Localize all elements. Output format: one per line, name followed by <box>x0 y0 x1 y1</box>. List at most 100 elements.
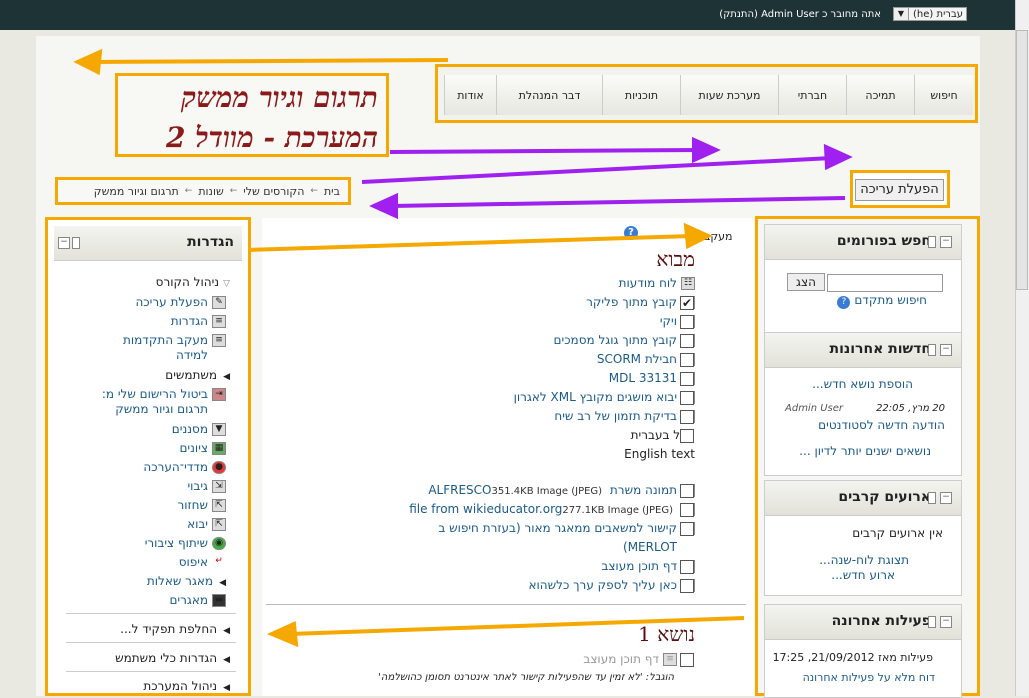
settings-item-users[interactable]: ◀משתמשים <box>165 368 230 382</box>
file-item[interactable]: ▤file from wikieducator.org277.1KB Image… <box>409 502 695 516</box>
activity-item[interactable]: ◌בדיקת תזמון של רב שיח <box>554 409 695 423</box>
import-icon: ⇱ <box>212 518 226 531</box>
settings-item-reset[interactable]: ↵איפוס <box>179 555 226 569</box>
help-icon: ? <box>837 296 851 309</box>
nav-item-about[interactable]: אודות <box>444 75 496 115</box>
settings-item-backup[interactable]: ⇲גיבוי <box>187 479 226 493</box>
dock-icon[interactable] <box>928 492 936 504</box>
settings-item-unenrol[interactable]: ⇥ביטול הרישום שלי מ: <box>102 387 226 401</box>
breadcrumb-my-courses[interactable]: הקורסים שלי <box>243 185 304 198</box>
nav-item-principal[interactable]: דבר המנהלת <box>496 75 602 115</box>
settings-item-grades[interactable]: ▦ציונים <box>179 441 226 455</box>
activity-item[interactable]: ☷לוח מודעות <box>619 276 695 290</box>
completion-checkbox[interactable] <box>680 334 694 348</box>
search-forums-button[interactable]: הצג <box>787 273 825 291</box>
completion-checkbox[interactable] <box>680 484 694 498</box>
upcoming-events-block: ארועים קרבים − אין ארועים קרבים תצוגת לו… <box>764 480 962 596</box>
calendar-link[interactable]: תצוגת לוח-שנה... <box>819 553 909 567</box>
settings-item-edit[interactable]: ✎הפעלת עריכה <box>135 295 226 309</box>
completion-checkbox[interactable] <box>680 522 694 536</box>
search-forums-input[interactable] <box>827 274 943 292</box>
recent-activity-block: פעילות אחרונה − פעילות מאז 21/09/2012, 1… <box>764 604 962 698</box>
settings-block-header: הגדרות − <box>54 226 242 261</box>
breadcrumb-course[interactable]: תרגום וגיור ממשק <box>94 185 179 198</box>
switch-role-node[interactable]: ◀החלפת תפקיד ל... <box>120 622 230 636</box>
full-report-link[interactable]: דוח מלא על פעילות אחרונה <box>803 671 935 684</box>
reset-icon: ↵ <box>212 556 226 569</box>
collapse-icon[interactable]: − <box>940 236 952 248</box>
news-header: חדשות אחרונות − <box>765 333 961 368</box>
turn-editing-on-button[interactable]: הפעלת עריכה <box>855 179 944 201</box>
language-select[interactable]: עברית (he) ▼ <box>893 7 967 21</box>
activity-item[interactable]: ▤קובץ מתוך פליקר <box>586 295 695 309</box>
completion-checkbox[interactable] <box>680 391 694 405</box>
section1-item[interactable]: ≡דף תוכן מעוצב <box>583 652 677 666</box>
restriction-note: הוגבל: 'לא זמין עד שהפעילות קישור לאתר א… <box>378 672 674 683</box>
settings-item-repositories[interactable]: ▬מאגרים <box>169 593 226 607</box>
login-info[interactable]: אתה מחובר כ Admin User (התנתק) <box>719 9 881 20</box>
completion-checkbox[interactable] <box>680 410 694 424</box>
breadcrumb-misc[interactable]: שונות <box>198 185 223 198</box>
completion-checkbox[interactable] <box>680 429 694 443</box>
activity-title: פעילות אחרונה <box>831 613 931 629</box>
add-news-topic-link[interactable]: הוספת נושא חדש... <box>812 377 913 391</box>
nav-item-schedule[interactable]: מערכת שעות <box>680 75 778 115</box>
search-forums-header: חפש בפורומים − <box>765 225 961 260</box>
nav-item-support[interactable]: תמיכה <box>846 75 914 115</box>
dock-icon[interactable] <box>72 237 80 249</box>
file-item[interactable]: ≡כאן עליך לספק ערך כלשהוא <box>529 578 695 592</box>
site-admin-node[interactable]: ◀ניהול המערכת <box>143 679 230 693</box>
language-select-value: עברית (he) <box>913 8 963 20</box>
settings-item-settings[interactable]: ≡הגדרות <box>171 314 226 328</box>
file-item[interactable]: ▤תמונה משרת ALFRESCO351.4KB Image (JPEG) <box>428 483 695 497</box>
file-item[interactable]: ≡קישור למשאבים ממאגר מאור (בעזרת חיפוש ב <box>438 521 695 535</box>
dock-icon[interactable] <box>928 616 936 628</box>
completion-checkbox[interactable] <box>680 579 694 593</box>
news-post-link[interactable]: הודעה חדשה לסטודנטים <box>818 418 945 432</box>
settings-block-title: הגדרות <box>187 234 234 250</box>
collapse-icon[interactable]: − <box>940 344 952 356</box>
activity-item[interactable]: ▤קובץ מתוך גוגל מסמכים <box>554 333 695 347</box>
settings-item-outcomes[interactable]: ●מדדי־הערכה <box>143 460 226 474</box>
help-icon[interactable]: ? <box>624 226 638 240</box>
breadcrumb-home[interactable]: בית <box>324 185 340 198</box>
profile-settings-node[interactable]: ◀הגדרות כלי משתמש <box>115 651 230 665</box>
dock-icon[interactable] <box>928 344 936 356</box>
chevron-left-icon: ◀ <box>223 655 230 665</box>
settings-item-unenrol-line2[interactable]: תרגום וגיור ממשק <box>115 402 208 416</box>
nav-item-search[interactable]: חיפוש <box>914 75 973 115</box>
news-title: חדשות אחרונות <box>829 341 931 357</box>
completion-checkbox[interactable]: ✔ <box>680 296 694 310</box>
settings-item-question-bank[interactable]: ◀מאגר שאלות <box>147 574 226 588</box>
settings-item-filters[interactable]: ▼מסננים <box>172 422 226 436</box>
repository-icon: ▬ <box>212 594 226 607</box>
activity-item[interactable]: ▥יבוא מושגים מקובץ XML לאגרון <box>514 390 695 404</box>
divider <box>66 642 236 643</box>
chevron-down-icon: ▽ <box>223 279 230 289</box>
completion-checkbox[interactable] <box>680 315 694 329</box>
new-event-link[interactable]: ארוע חדש... <box>831 568 895 582</box>
nav-item-social[interactable]: חברתי <box>778 75 846 115</box>
course-admin-node[interactable]: ▽ניהול הקורס <box>156 275 230 289</box>
scrollbar-thumb[interactable] <box>1016 30 1028 290</box>
page-icon: ≡ <box>663 653 677 666</box>
settings-item-restore[interactable]: ⇱שחזור <box>177 498 226 512</box>
completion-checkbox[interactable] <box>680 560 694 574</box>
completion-checkbox[interactable] <box>680 653 694 667</box>
settings-item-completion-line2[interactable]: למידה <box>176 348 208 362</box>
older-topics-link[interactable]: נושאים ישנים יותר לדיון ... <box>799 444 931 458</box>
file-item-line2[interactable]: MERLOT) <box>623 540 677 554</box>
nav-item-programs[interactable]: תוכניות <box>602 75 680 115</box>
advanced-search-link[interactable]: חיפוש מתקדם? <box>837 293 927 309</box>
settings-item-completion[interactable]: ≡מעקב התקדמות <box>123 333 226 347</box>
collapse-icon[interactable]: − <box>58 237 70 249</box>
dock-icon[interactable] <box>928 236 936 248</box>
collapse-icon[interactable]: − <box>940 616 952 628</box>
completion-checkbox[interactable] <box>680 353 694 367</box>
activity-header: פעילות אחרונה − <box>765 605 961 640</box>
completion-checkbox[interactable] <box>680 503 694 517</box>
collapse-icon[interactable]: − <box>940 492 952 504</box>
completion-checkbox[interactable] <box>680 372 694 386</box>
settings-item-import[interactable]: ⇱יבוא <box>187 517 226 531</box>
settings-item-publish[interactable]: ◉שיתוף ציבורי <box>145 536 226 550</box>
